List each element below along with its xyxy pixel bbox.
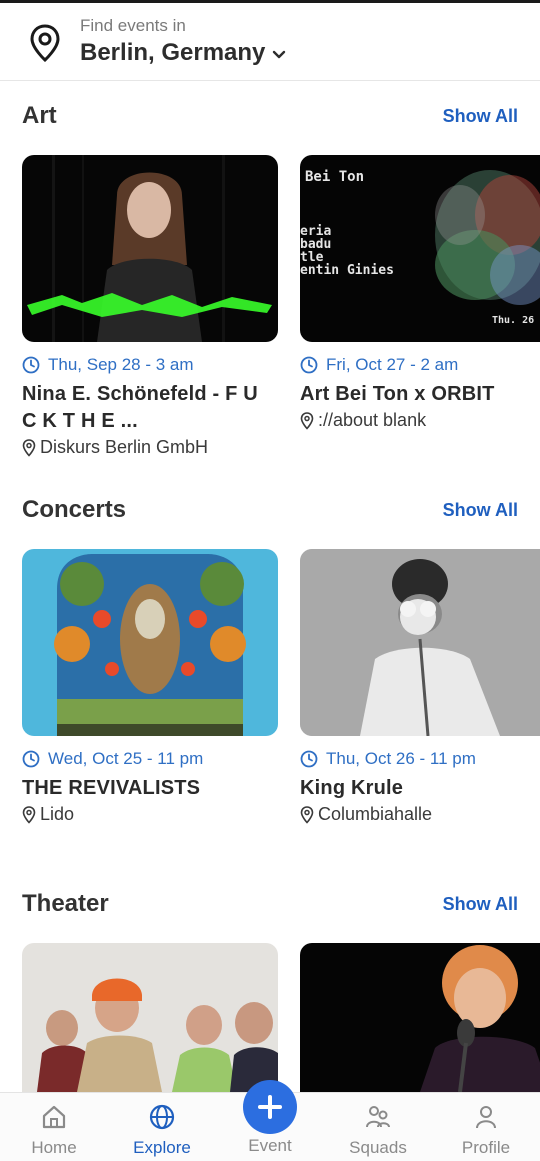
event-image[interactable] [300,943,540,1092]
profile-icon [476,1106,496,1129]
nav-profile[interactable]: Profile [436,1093,536,1161]
squads-icon [366,1106,390,1128]
poster-text: entin Ginies [300,263,394,278]
event-venue: Columbiahalle [318,804,433,824]
event-image[interactable] [300,549,540,736]
event-image[interactable] [22,943,278,1092]
poster-text: Bei Ton [305,169,364,185]
event-image[interactable] [22,155,278,342]
chevron-down-icon [273,50,286,58]
event-image[interactable] [22,549,278,736]
nav-profile-label: Profile [461,1138,511,1157]
event-date: Fri, Oct 27 - 2 am [326,355,459,374]
nav-explore[interactable]: Explore [112,1093,212,1161]
show-all-theater-link[interactable]: Show All [443,894,518,915]
poster-text: Thu. 26 [492,315,534,326]
section-title-art: Art [22,102,57,129]
event-card[interactable]: Thu, Oct 26 - 11 pm King Krule Columbiah… [300,549,540,825]
show-all-concerts-link[interactable]: Show All [443,500,518,521]
find-events-label: Find events in [80,16,186,35]
venue-pin-icon [300,411,314,430]
event-title[interactable]: Art Bei Ton x ORBIT [300,381,540,408]
event-date: Wed, Oct 25 - 11 pm [48,749,204,768]
venue-pin-icon [300,805,314,824]
clock-icon [22,750,40,768]
event-image[interactable]: Bei Ton eria badu tle entin Ginies Thu. … [300,155,540,342]
event-venue: Diskurs Berlin GmbH [40,437,209,457]
event-title[interactable]: THE REVIVALISTS [22,775,278,802]
clock-icon [300,750,318,768]
event-card[interactable] [300,943,540,1092]
event-date: Thu, Sep 28 - 3 am [48,355,194,374]
nav-squads[interactable]: Squads [328,1093,428,1161]
event-card[interactable]: Thu, Sep 28 - 3 am Nina E. Schönefeld - … [22,155,278,458]
city-selector[interactable]: Berlin, Germany [80,39,287,67]
event-venue: Lido [40,804,75,824]
location-pin-icon [30,24,60,63]
create-event-button[interactable] [243,1080,297,1134]
nav-squads-label: Squads [349,1138,407,1157]
event-title[interactable]: Nina E. Schönefeld - F U C K T H E ... [22,381,278,435]
event-card[interactable]: Wed, Oct 25 - 11 pm THE REVIVALISTS Lido [22,549,278,825]
show-all-art-link[interactable]: Show All [443,106,518,127]
venue-pin-icon [22,438,36,457]
home-icon [42,1105,66,1129]
globe-icon [149,1104,175,1130]
event-date: Thu, Oct 26 - 11 pm [326,749,476,768]
city-name: Berlin, Germany [80,39,266,66]
clock-icon [300,356,318,374]
plus-icon [258,1095,282,1119]
venue-pin-icon [22,805,36,824]
clock-icon [22,356,40,374]
nav-home-label: Home [31,1138,77,1157]
section-title-concerts: Concerts [22,496,127,523]
event-title[interactable]: King Krule [300,775,540,802]
nav-event-label[interactable]: Event [220,1136,320,1156]
location-header[interactable]: Find events in Berlin, Germany [0,3,540,81]
nav-home[interactable]: Home [4,1093,104,1161]
event-card[interactable] [22,943,278,1092]
event-venue: ://about blank [318,410,427,430]
nav-explore-label: Explore [133,1138,191,1157]
event-card[interactable]: Bei Ton eria badu tle entin Ginies Thu. … [300,155,540,431]
section-title-theater: Theater [22,890,109,917]
